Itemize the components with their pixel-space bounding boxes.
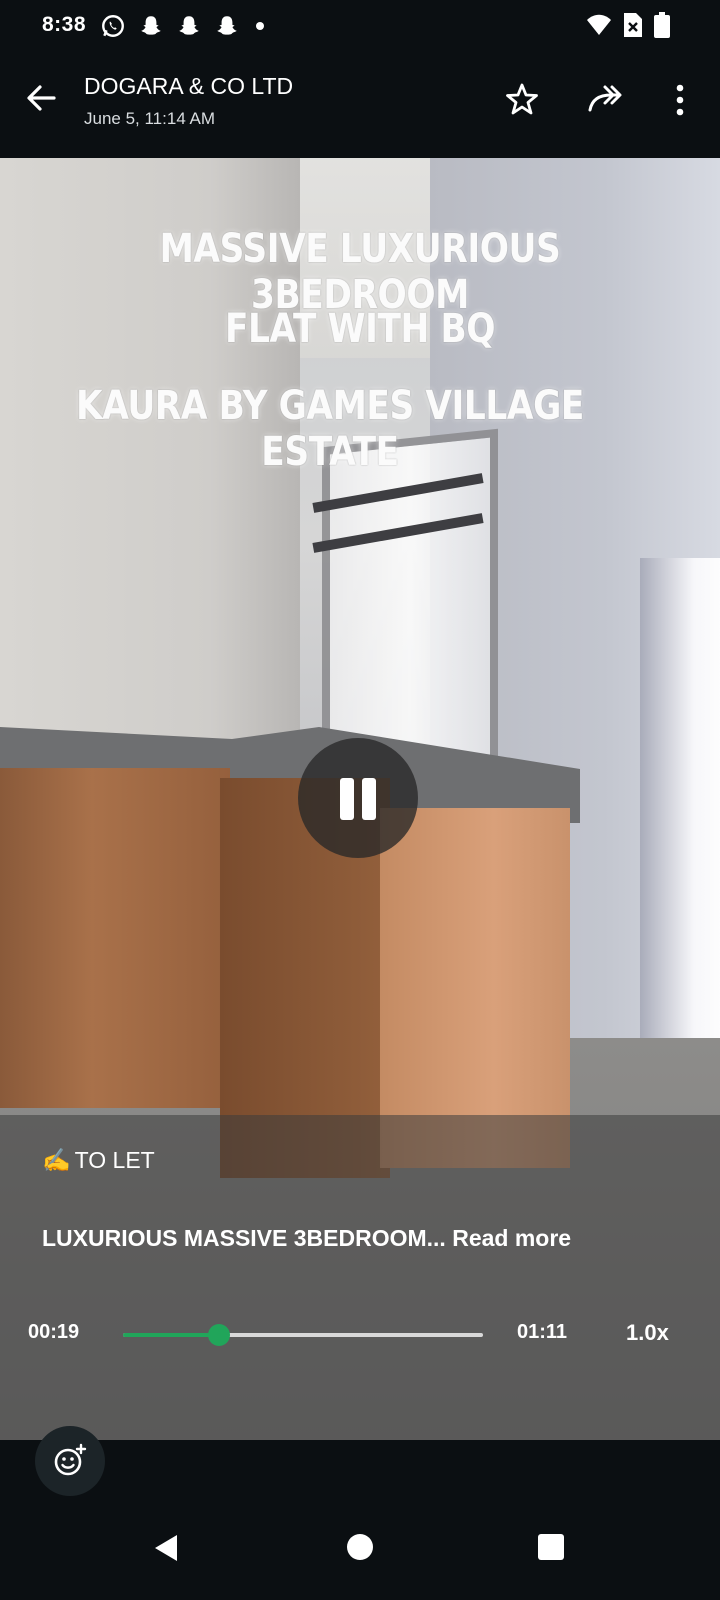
snapchat-icon bbox=[141, 16, 161, 35]
star-icon[interactable] bbox=[505, 82, 539, 116]
more-notifications-dot bbox=[256, 22, 264, 30]
whatsapp-icon bbox=[102, 15, 124, 37]
add-reaction-button[interactable] bbox=[35, 1426, 105, 1496]
video-overlay-text: KAURA BY GAMES VILLAGE ESTATE bbox=[76, 383, 584, 475]
read-more-link[interactable]: Read more bbox=[452, 1225, 571, 1251]
caption-tag-label: TO LET bbox=[74, 1147, 155, 1173]
chat-title[interactable]: DOGARA & CO LTD bbox=[84, 73, 293, 100]
status-time: 8:38 bbox=[42, 13, 87, 36]
nav-recent-icon[interactable] bbox=[538, 1534, 564, 1560]
seek-bar[interactable] bbox=[123, 1324, 483, 1346]
seek-bar-thumb[interactable] bbox=[208, 1324, 231, 1346]
wifi-icon bbox=[587, 14, 611, 35]
message-timestamp: June 5, 11:14 AM bbox=[84, 109, 216, 128]
writing-hand-emoji: ✍️ bbox=[42, 1147, 71, 1173]
pause-button[interactable] bbox=[298, 738, 418, 858]
nav-back-icon[interactable] bbox=[153, 1534, 179, 1562]
caption-preview: LUXURIOUS MASSIVE 3BEDROOM... bbox=[42, 1225, 446, 1251]
notification-icons bbox=[100, 13, 264, 39]
system-nav-bar bbox=[0, 1510, 720, 1600]
system-icons bbox=[586, 12, 670, 38]
more-vertical-icon[interactable] bbox=[668, 82, 692, 118]
seek-bar-progress bbox=[123, 1333, 220, 1337]
battery-icon bbox=[654, 12, 670, 38]
forward-icon[interactable] bbox=[587, 82, 625, 116]
status-bar: 8:38 bbox=[0, 0, 720, 52]
current-time: 00:19 bbox=[28, 1321, 80, 1343]
video-overlay-text: MASSIVE LUXURIOUS 3BEDROOM bbox=[159, 226, 561, 318]
video-frame-cabinet bbox=[380, 808, 570, 1168]
sim-icon bbox=[624, 13, 642, 37]
total-duration: 01:11 bbox=[517, 1321, 568, 1343]
pause-icon bbox=[340, 778, 354, 820]
caption-tag: ✍️ TO LET bbox=[42, 1147, 155, 1174]
video-overlay-text: FLAT WITH BQ bbox=[224, 306, 496, 352]
video-frame-cabinet bbox=[0, 768, 230, 1108]
player-controls: ✍️ TO LET LUXURIOUS MASSIVE 3BEDROOM... … bbox=[0, 1115, 720, 1440]
playback-speed-button[interactable]: 1.0x bbox=[626, 1320, 669, 1346]
snapchat-icon bbox=[179, 16, 199, 35]
back-arrow-icon[interactable] bbox=[24, 80, 60, 116]
emoji-add-icon bbox=[54, 1443, 87, 1476]
nav-home-icon[interactable] bbox=[347, 1534, 373, 1560]
pause-icon bbox=[362, 778, 376, 820]
caption-text: LUXURIOUS MASSIVE 3BEDROOM... Read more bbox=[42, 1225, 571, 1252]
app-bar: DOGARA & CO LTD June 5, 11:14 AM bbox=[0, 52, 720, 148]
snapchat-icon bbox=[217, 16, 237, 35]
